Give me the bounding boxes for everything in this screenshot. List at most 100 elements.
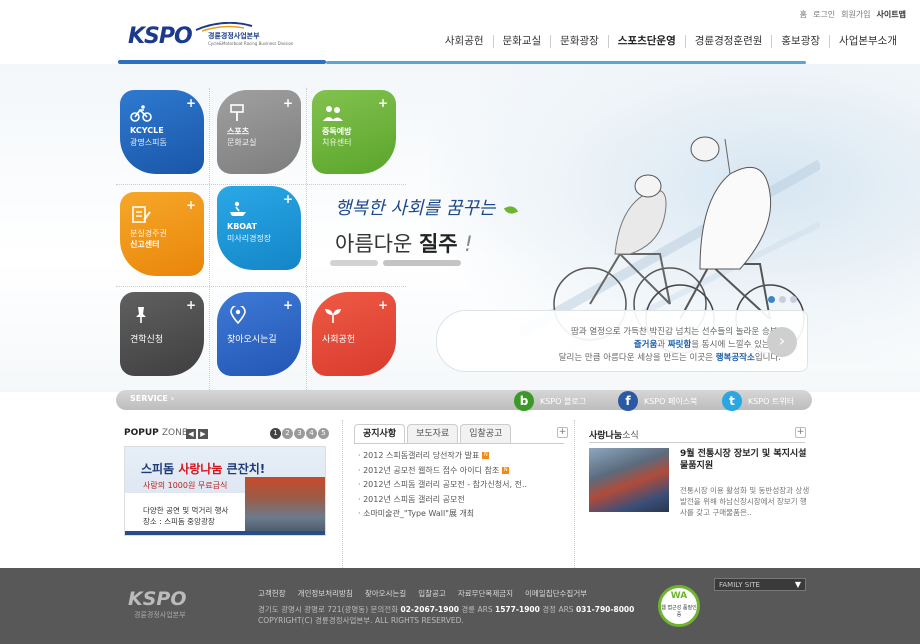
tile-directions[interactable]: + 찾아오시는길 <box>217 292 301 376</box>
plus-icon: + <box>185 96 196 110</box>
quote-text: 달리는 만큼 아름다운 세상을 만드는 이곳은 <box>558 353 714 363</box>
tile-sports-culture[interactable]: + 스포츠 문화교실 <box>217 90 301 174</box>
notice-text: · 2012 스피돔갤러리 당선작가 발표 <box>358 451 480 460</box>
popup-page-button[interactable]: 1 <box>270 428 281 439</box>
tile-social-contribution[interactable]: + 사회공헌 <box>312 292 396 376</box>
notice-text: · 2012년 스피돔 갤러리 공모전 <box>358 494 465 504</box>
main-visual: + KCYCLE 광명스피돔 + 스포츠 문화교실 + 중독예방 치유센터 + … <box>0 64 920 392</box>
util-sitemap-link[interactable]: 사이트맵 <box>877 9 906 20</box>
popup-page-button[interactable]: 2 <box>282 428 293 439</box>
popup-page-button[interactable]: 4 <box>306 428 317 439</box>
popup-title-sub: ZONE <box>161 428 188 438</box>
popup-banner[interactable]: 스피돔 사랑나눔 큰잔치! 사랑의 1000원 무료급식 다양한 공연 및 먹거… <box>124 446 326 536</box>
sns-blog-link[interactable]: b KSPO 블로그 <box>514 391 586 411</box>
family-site-select[interactable]: FAMILY SITE ▼ <box>714 578 806 591</box>
banner-headline-text: 큰잔치! <box>226 462 266 476</box>
share-photo[interactable] <box>589 448 669 512</box>
tile-tour-request[interactable]: + 견학신청 <box>120 292 204 376</box>
slide-dot[interactable] <box>779 296 786 303</box>
service-label[interactable]: SERVICE › <box>130 394 174 403</box>
quote-emphasis: 행복공작소 <box>715 353 755 363</box>
share-headline[interactable]: 9월 전통시장 장보기 및 복지시설 물품지원 <box>680 448 810 472</box>
banner-headline-emphasis: 사랑나눔 <box>178 462 223 476</box>
share-title-main: 사랑나눔 <box>589 431 623 441</box>
slide-dot[interactable] <box>790 296 797 303</box>
pin-icon <box>136 307 146 323</box>
plus-icon: + <box>282 192 293 206</box>
tile-title: 중독예방 <box>322 127 352 136</box>
tab-underline <box>354 443 564 444</box>
nav-about[interactable]: 사업본부소개 <box>829 35 906 48</box>
tile-title: 사회공헌 <box>322 335 356 345</box>
twitter-icon: t <box>722 391 742 411</box>
nav-training-center[interactable]: 경륜경정훈련원 <box>684 35 772 48</box>
util-join-link[interactable]: 회원가입 <box>841 9 870 20</box>
location-icon <box>230 306 246 324</box>
nav-sports-team[interactable]: 스포츠단운영 <box>607 35 685 48</box>
util-login-link[interactable]: 로그인 <box>813 9 835 20</box>
footer-link[interactable]: 찾아오시는길 <box>365 588 406 599</box>
banner-bottom-bar <box>125 531 325 535</box>
tile-grid-line <box>116 286 406 287</box>
footer-address: 경기도 광명시 광명로 721(광명동) 문의전화 02-2067-1900 경… <box>258 604 634 615</box>
share-title-sub: 소식 <box>622 431 639 441</box>
nav-culture-plaza[interactable]: 문화광장 <box>550 35 608 48</box>
footer-link[interactable]: 자료무단복제금지 <box>458 588 513 599</box>
tab-bid[interactable]: 입찰공고 <box>460 424 512 444</box>
notice-item[interactable]: · 2012년 스피돔 갤러리 공모전 - 참가신청서, 전.. <box>358 479 527 494</box>
notice-item[interactable]: · 2012 스피돔갤러리 당선작가 발표 N <box>358 450 527 465</box>
quote-line2: 즐거움과 짜릿함을 동시에 느낄수 있는곳! <box>481 338 781 350</box>
column-divider <box>574 420 575 568</box>
popup-next-button[interactable]: ▶ <box>198 429 208 439</box>
slide-dot[interactable] <box>768 296 775 303</box>
tile-title: 견학신청 <box>130 335 164 345</box>
share-more-button[interactable]: + <box>795 427 806 438</box>
address-text: 경기도 광명시 광명로 721(광명동) 문의전화 <box>258 605 399 614</box>
nav-social-contribution[interactable]: 사회공헌 <box>436 35 493 48</box>
slogan-word: 아름다운 <box>335 232 413 256</box>
blog-icon: b <box>514 391 534 411</box>
popup-page-button[interactable]: 5 <box>318 428 329 439</box>
plus-icon: + <box>185 198 196 212</box>
chevron-down-icon: ▼ <box>794 580 801 589</box>
sns-twitter-link[interactable]: t KSPO 트위터 <box>722 391 794 411</box>
logo[interactable]: KSPO 경륜경정사업본부 Cycle&Motorboat Racing Bus… <box>128 22 293 52</box>
util-home-link[interactable]: 홈 <box>800 9 807 20</box>
tile-lost-ticket[interactable]: + 분실경주권 신고센터 <box>120 192 204 276</box>
tab-notice[interactable]: 공지사항 <box>354 424 406 444</box>
badge-mark: WA <box>670 591 688 601</box>
tile-kboat[interactable]: + KBOAT 미사리경정장 <box>217 186 301 270</box>
sign-icon <box>230 104 244 121</box>
notice-item[interactable]: · 2012년 스피돔 갤러리 공모전 <box>358 494 527 509</box>
popup-prev-button[interactable]: ◀ <box>186 429 196 439</box>
slide-indicator[interactable] <box>383 260 461 266</box>
next-slide-button[interactable]: › <box>767 327 797 357</box>
share-body: 전통시장 이용 활성화 및 동반성장과 상생발전을 위해 하남신장시장에서 장보… <box>680 486 810 517</box>
popup-zone-title: POPUP ZONE <box>124 428 188 438</box>
footer-link[interactable]: 고객헌장 <box>258 588 286 599</box>
notice-more-button[interactable]: + <box>557 427 568 438</box>
service-bar: SERVICE › b KSPO 블로그 f KSPO 페이스북 t KSPO … <box>116 390 812 411</box>
tile-subtitle: 신고센터 <box>130 240 160 249</box>
tile-subtitle: 치유센터 <box>322 138 352 147</box>
slogan-line2: 아름다운 질주 ! <box>335 228 473 258</box>
tile-kcycle[interactable]: + KCYCLE 광명스피돔 <box>120 90 204 174</box>
notice-item[interactable]: · 2012년 공모전 웹하드 접수 아이디 참조 N <box>358 465 527 480</box>
quote-line1: 땀과 열정으로 가득찬 박진감 넘치는 선수들의 놀라운 승부! <box>570 327 781 337</box>
footer-link[interactable]: 개인정보처리방침 <box>298 588 353 599</box>
tile-subtitle: 미사리경정장 <box>227 234 272 243</box>
banner-detail: 장소 : 스피돔 중앙광장 <box>143 517 215 526</box>
tile-addiction-center[interactable]: + 중독예방 치유센터 <box>312 90 396 174</box>
slide-indicator[interactable] <box>330 260 378 266</box>
sns-facebook-link[interactable]: f KSPO 페이스북 <box>618 391 697 411</box>
footer-link[interactable]: 이메일집단수집거부 <box>525 588 587 599</box>
tab-press[interactable]: 보도자료 <box>407 424 459 444</box>
footer-link[interactable]: 입찰공고 <box>418 588 446 599</box>
nav-culture-class[interactable]: 문화교실 <box>492 35 551 48</box>
nav-pr-plaza[interactable]: 홍보광장 <box>771 35 829 48</box>
popup-page-button[interactable]: 3 <box>294 428 305 439</box>
main-nav: 사회공헌 문화교실 문화광장 스포츠단운영 경륜경정훈련원 홍보광장 사업본부소… <box>436 35 906 48</box>
notice-item[interactable]: · 소마미술관_"Type Wall"展 개최 <box>358 508 527 523</box>
copyright: COPYRIGHT(C) 경륜경정사업본부. ALL RIGHTS RESERV… <box>258 616 464 625</box>
footer-logo: KSPO <box>128 588 187 610</box>
